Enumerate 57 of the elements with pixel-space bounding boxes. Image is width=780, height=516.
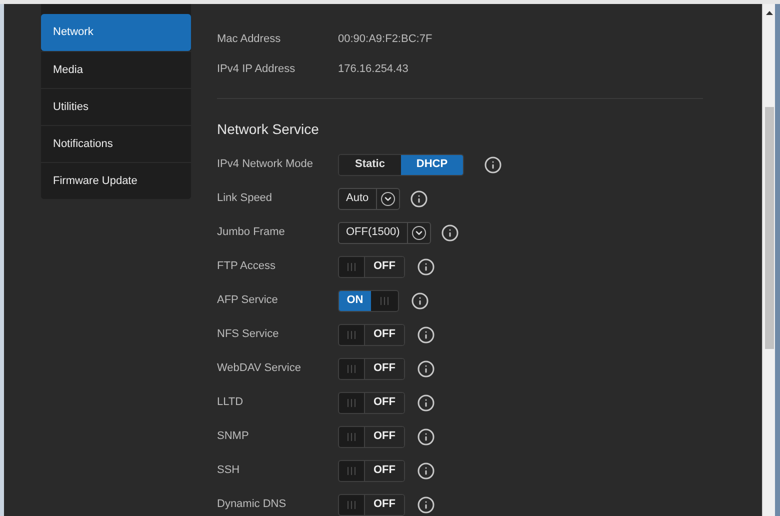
setting-label: Link Speed: [217, 191, 274, 206]
mode-option[interactable]: Static: [339, 154, 401, 174]
toggle-switch[interactable]: OFF: [338, 256, 405, 278]
grip-icon: [380, 296, 389, 304]
sidebar-item[interactable]: Firmware Update: [41, 162, 191, 199]
sidebar-item[interactable]: Utilities: [41, 88, 191, 125]
chevron-icon: [412, 226, 426, 240]
scrollbar-thumb[interactable]: [764, 107, 774, 349]
info-icon[interactable]: [417, 360, 435, 378]
info-icon[interactable]: [417, 496, 435, 514]
setting-label: LLTD: [217, 395, 244, 410]
mode-option[interactable]: DHCP: [401, 154, 463, 174]
info-value: 176.16.254.43: [338, 62, 408, 76]
dropdown[interactable]: OFF(1500): [338, 222, 431, 244]
info-label: IPv4 IP Address: [217, 62, 296, 76]
setting-label: NFS Service: [217, 327, 280, 342]
grip-icon: [347, 330, 356, 338]
info-icon[interactable]: [417, 462, 435, 480]
chevron-icon: [380, 192, 395, 206]
sidebar-item[interactable]: Media: [41, 51, 191, 88]
grip-icon: [347, 432, 356, 440]
setting-label: IPv4 Network Mode: [217, 157, 314, 172]
toggle-switch[interactable]: OFF: [338, 494, 405, 516]
grip-icon: [347, 364, 356, 372]
toggle-switch[interactable]: OFF: [338, 426, 405, 448]
scroll-up-arrow-icon[interactable]: [766, 11, 772, 15]
info-icon[interactable]: [417, 258, 435, 276]
info-icon[interactable]: [417, 326, 435, 344]
toggle-switch[interactable]: OFF: [338, 392, 405, 414]
toggle-switch[interactable]: OFF: [338, 460, 405, 482]
info-icon[interactable]: [484, 156, 502, 174]
setting-label: AFP Service: [217, 293, 279, 308]
toggle-switch[interactable]: ON: [338, 290, 399, 312]
dropdown[interactable]: Auto: [338, 188, 400, 210]
section-title: Network Service: [217, 120, 320, 139]
grip-icon: [347, 466, 356, 474]
setting-label: WebDAV Service: [217, 361, 302, 376]
info-icon[interactable]: [410, 190, 428, 208]
sidebar-item[interactable]: Notifications: [41, 125, 191, 162]
info-icon[interactable]: [440, 224, 459, 242]
grip-icon: [347, 262, 356, 270]
setting-label: FTP Access: [217, 259, 276, 274]
info-icon[interactable]: [411, 292, 429, 310]
toggle-switch[interactable]: OFF: [338, 324, 405, 346]
setting-label: Dynamic DNS: [217, 497, 288, 512]
grip-icon: [347, 398, 356, 406]
info-value: 00:90:A9:F2:BC:7F: [338, 32, 432, 47]
info-label: Mac Address: [217, 32, 282, 47]
toggle-switch[interactable]: OFF: [338, 358, 405, 380]
grip-icon: [347, 500, 356, 508]
info-icon[interactable]: [417, 394, 435, 412]
setting-label: Jumbo Frame: [217, 225, 286, 240]
setting-label: SNMP: [217, 429, 250, 444]
scrollbar[interactable]: [762, 4, 775, 516]
sidebar-item[interactable]: Network: [41, 14, 191, 51]
info-icon[interactable]: [417, 428, 435, 446]
setting-label: SSH: [217, 463, 241, 478]
